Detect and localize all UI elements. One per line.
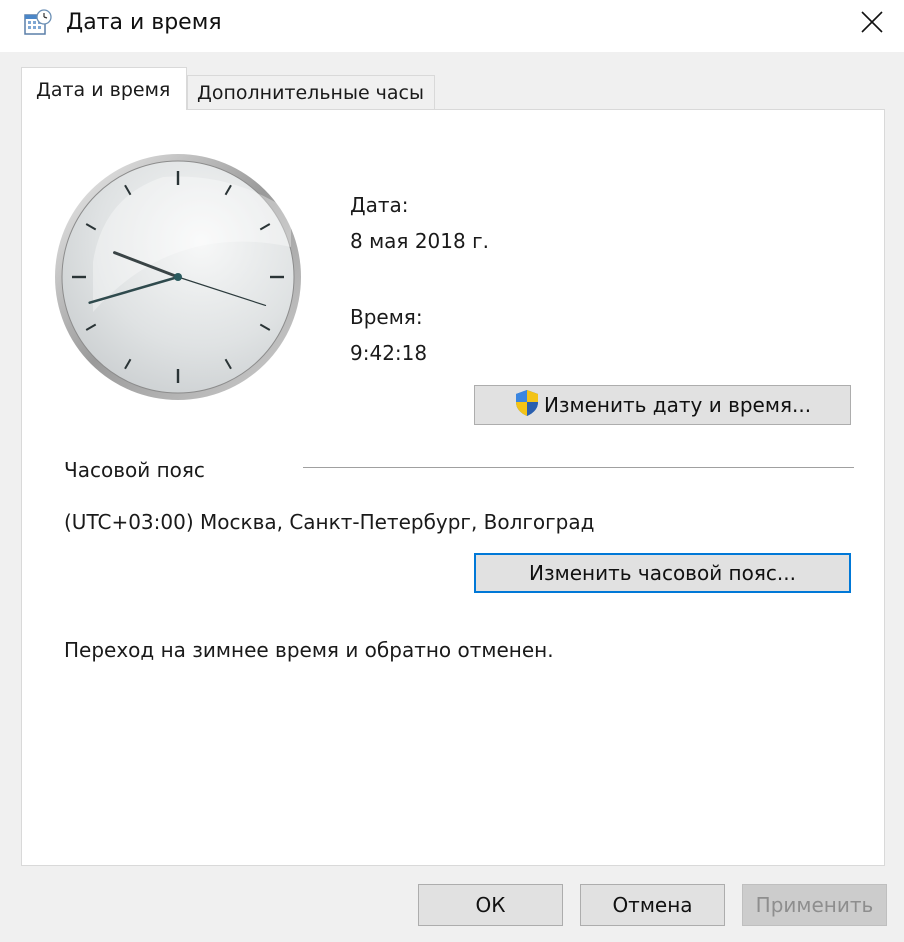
timezone-value: (UTC+03:00) Москва, Санкт-Петербург, Вол…: [64, 510, 595, 534]
cancel-button[interactable]: Отмена: [580, 884, 725, 926]
analog-clock: [55, 154, 301, 400]
title-bar: Дата и время: [0, 0, 904, 52]
close-button[interactable]: [848, 0, 896, 46]
change-timezone-button[interactable]: Изменить часовой пояс...: [474, 553, 851, 593]
change-datetime-label: Изменить дату и время...: [543, 393, 812, 417]
date-value: 8 мая 2018 г.: [350, 229, 489, 253]
calendar-clock-icon: [24, 9, 52, 35]
timezone-section-label: Часовой пояс: [64, 458, 205, 482]
apply-button[interactable]: Применить: [742, 884, 887, 926]
time-label: Время:: [350, 305, 423, 329]
clock-center: [174, 273, 182, 281]
uac-shield-icon: [515, 390, 538, 416]
date-time-dialog: Дата и время Дополнительные часы Дата и …: [0, 0, 904, 942]
tab-additional-clocks[interactable]: Дополнительные часы: [187, 75, 435, 109]
tab-date-time[interactable]: Дата и время: [21, 67, 187, 110]
date-label: Дата:: [350, 193, 409, 217]
time-value: 9:42:18: [350, 341, 428, 365]
dst-note: Переход на зимнее время и обратно отмене…: [64, 638, 554, 662]
change-datetime-button[interactable]: Изменить дату и время...: [474, 385, 851, 425]
window-title: Дата и время: [66, 10, 222, 35]
close-icon: [861, 11, 883, 33]
ok-button[interactable]: ОК: [418, 884, 563, 926]
timezone-separator: [303, 467, 854, 468]
